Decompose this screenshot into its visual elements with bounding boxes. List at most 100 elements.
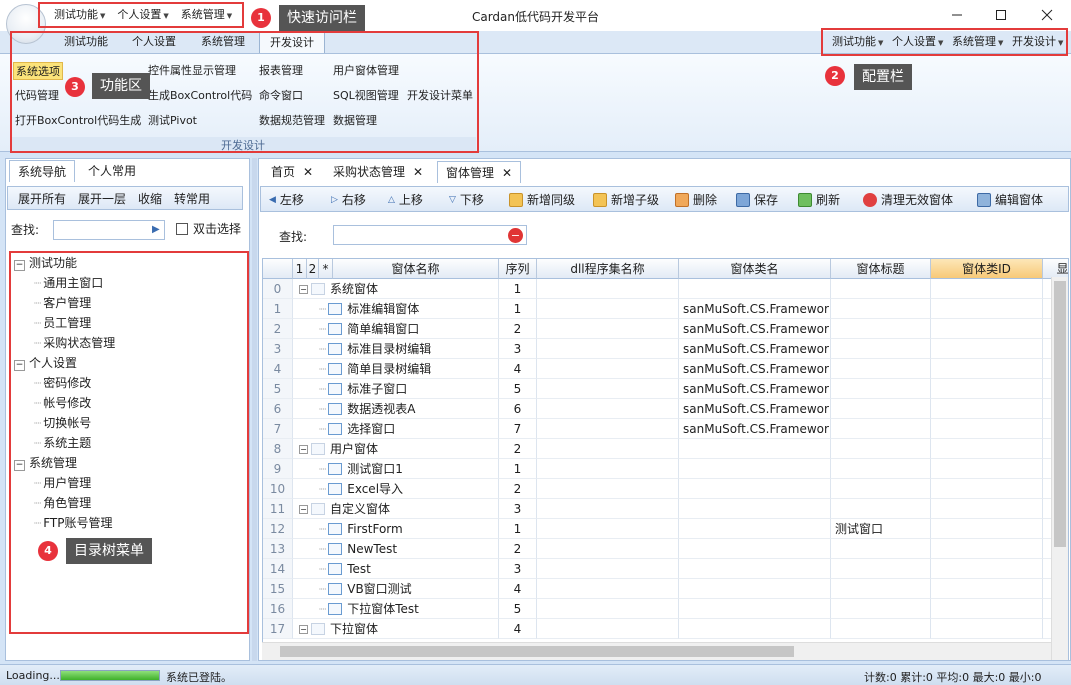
grid-level-header[interactable]: 1 [293, 259, 307, 279]
dll-cell[interactable] [537, 459, 679, 479]
form-title-cell[interactable] [831, 339, 931, 359]
form-title-cell[interactable] [831, 499, 931, 519]
dll-cell[interactable] [537, 559, 679, 579]
class-name-cell[interactable]: sanMuSoft.CS.Framework [679, 319, 831, 339]
class-name-cell[interactable] [679, 559, 831, 579]
dll-cell[interactable] [537, 419, 679, 439]
class-id-cell[interactable] [931, 319, 1043, 339]
refresh-button[interactable]: 刷新 [798, 192, 840, 208]
table-row[interactable]: 12 ┈ FirstForm 1 测试窗口 [263, 519, 1068, 539]
add-sibling-button[interactable]: 新增同级 [509, 192, 575, 208]
class-id-cell[interactable] [931, 519, 1043, 539]
class-id-cell[interactable] [931, 379, 1043, 399]
seq-cell[interactable]: 5 [499, 379, 537, 399]
dll-cell[interactable] [537, 619, 679, 639]
tree-search-input[interactable] [53, 220, 165, 240]
dll-cell[interactable] [537, 499, 679, 519]
form-name-cell[interactable]: ┈ 测试窗口1 [293, 459, 499, 479]
class-id-cell[interactable] [931, 419, 1043, 439]
seq-cell[interactable]: 6 [499, 399, 537, 419]
grid-column-header[interactable]: 窗体类名 [679, 259, 831, 279]
dll-cell[interactable] [537, 379, 679, 399]
seq-cell[interactable]: 1 [499, 459, 537, 479]
doc-tab-home[interactable]: 首页 ✕ [263, 161, 321, 183]
clear-search-icon[interactable]: − [508, 228, 523, 243]
seq-cell[interactable]: 2 [499, 479, 537, 499]
table-row[interactable]: 3 ┈ 标准目录树编辑 3 sanMuSoft.CS.Framework [263, 339, 1068, 359]
grid-column-header[interactable]: dll程序集名称 [537, 259, 679, 279]
seq-cell[interactable]: 3 [499, 499, 537, 519]
horizontal-scrollbar[interactable] [262, 642, 1051, 660]
class-name-cell[interactable]: sanMuSoft.CS.Framework [679, 299, 831, 319]
seq-cell[interactable]: 3 [499, 339, 537, 359]
seq-cell[interactable]: 3 [499, 559, 537, 579]
form-name-cell[interactable]: ┈ 简单目录树编辑 [293, 359, 499, 379]
class-name-cell[interactable] [679, 539, 831, 559]
form-name-cell[interactable]: ┈ NewTest [293, 539, 499, 559]
search-arrow-icon[interactable]: ▶ [152, 224, 160, 235]
save-button[interactable]: 保存 [736, 192, 778, 208]
move-up-button[interactable]: △ 上移 [388, 192, 423, 208]
double-click-checkbox[interactable] [176, 223, 188, 235]
dll-cell[interactable] [537, 279, 679, 299]
table-row[interactable]: 16 ┈ 下拉窗体Test 5 [263, 599, 1068, 619]
class-id-cell[interactable] [931, 619, 1043, 639]
form-title-cell[interactable] [831, 319, 931, 339]
grid-search-input[interactable] [333, 225, 527, 245]
class-name-cell[interactable] [679, 599, 831, 619]
class-name-cell[interactable]: sanMuSoft.CS.Framework [679, 379, 831, 399]
table-row[interactable]: 10 ┈ Excel导入 2 [263, 479, 1068, 499]
dll-cell[interactable] [537, 539, 679, 559]
seq-cell[interactable]: 4 [499, 619, 537, 639]
class-name-cell[interactable] [679, 479, 831, 499]
tab-sys-nav[interactable]: 系统导航 [9, 160, 76, 182]
class-id-cell[interactable] [931, 359, 1043, 379]
class-id-cell[interactable] [931, 299, 1043, 319]
dll-cell[interactable] [537, 479, 679, 499]
form-title-cell[interactable] [831, 559, 931, 579]
class-id-cell[interactable] [931, 579, 1043, 599]
class-name-cell[interactable]: sanMuSoft.CS.Framework [679, 399, 831, 419]
class-id-cell[interactable] [931, 559, 1043, 579]
table-row[interactable]: 15 ┈ VB窗口测试 4 [263, 579, 1068, 599]
clean-invalid-button[interactable]: 清理无效窗体 [863, 192, 953, 208]
form-name-cell[interactable]: ┈ 下拉窗体Test [293, 599, 499, 619]
grid-column-header[interactable]: 显 [1043, 259, 1068, 279]
grid-column-header[interactable]: 窗体标题 [831, 259, 931, 279]
to-favorite-button[interactable]: 转常用 [168, 190, 216, 207]
seq-cell[interactable]: 2 [499, 319, 537, 339]
form-title-cell[interactable] [831, 379, 931, 399]
scroll-thumb[interactable] [1054, 281, 1066, 547]
form-name-cell[interactable]: ┈ 标准目录树编辑 [293, 339, 499, 359]
table-row[interactable]: 14 ┈ Test 3 [263, 559, 1068, 579]
form-name-cell[interactable]: ┈ 简单编辑窗口 [293, 319, 499, 339]
seq-cell[interactable]: 1 [499, 279, 537, 299]
close-icon[interactable]: ✕ [303, 165, 313, 179]
class-id-cell[interactable] [931, 499, 1043, 519]
grid-level-header[interactable]: 2 [307, 259, 319, 279]
form-name-cell[interactable]: ┈ 数据透视表A [293, 399, 499, 419]
hscroll-thumb[interactable] [280, 646, 794, 657]
move-left-button[interactable]: ◀ 左移 [269, 192, 304, 208]
dll-cell[interactable] [537, 579, 679, 599]
grid-column-header[interactable]: 序列 [499, 259, 537, 279]
class-name-cell[interactable] [679, 619, 831, 639]
class-name-cell[interactable] [679, 579, 831, 599]
grid-level-header[interactable]: * [319, 259, 333, 279]
dll-cell[interactable] [537, 599, 679, 619]
form-title-cell[interactable] [831, 459, 931, 479]
form-title-cell[interactable] [831, 359, 931, 379]
seq-cell[interactable]: 2 [499, 539, 537, 559]
form-name-cell[interactable]: ┈ VB窗口测试 [293, 579, 499, 599]
dll-cell[interactable] [537, 439, 679, 459]
dll-cell[interactable] [537, 299, 679, 319]
class-id-cell[interactable] [931, 459, 1043, 479]
table-row[interactable]: 2 ┈ 简单编辑窗口 2 sanMuSoft.CS.Framework [263, 319, 1068, 339]
seq-cell[interactable]: 7 [499, 419, 537, 439]
class-id-cell[interactable] [931, 279, 1043, 299]
dll-cell[interactable] [537, 319, 679, 339]
seq-cell[interactable]: 1 [499, 519, 537, 539]
add-child-button[interactable]: 新增子级 [593, 192, 659, 208]
minimize-button[interactable] [942, 4, 972, 26]
seq-cell[interactable]: 4 [499, 359, 537, 379]
